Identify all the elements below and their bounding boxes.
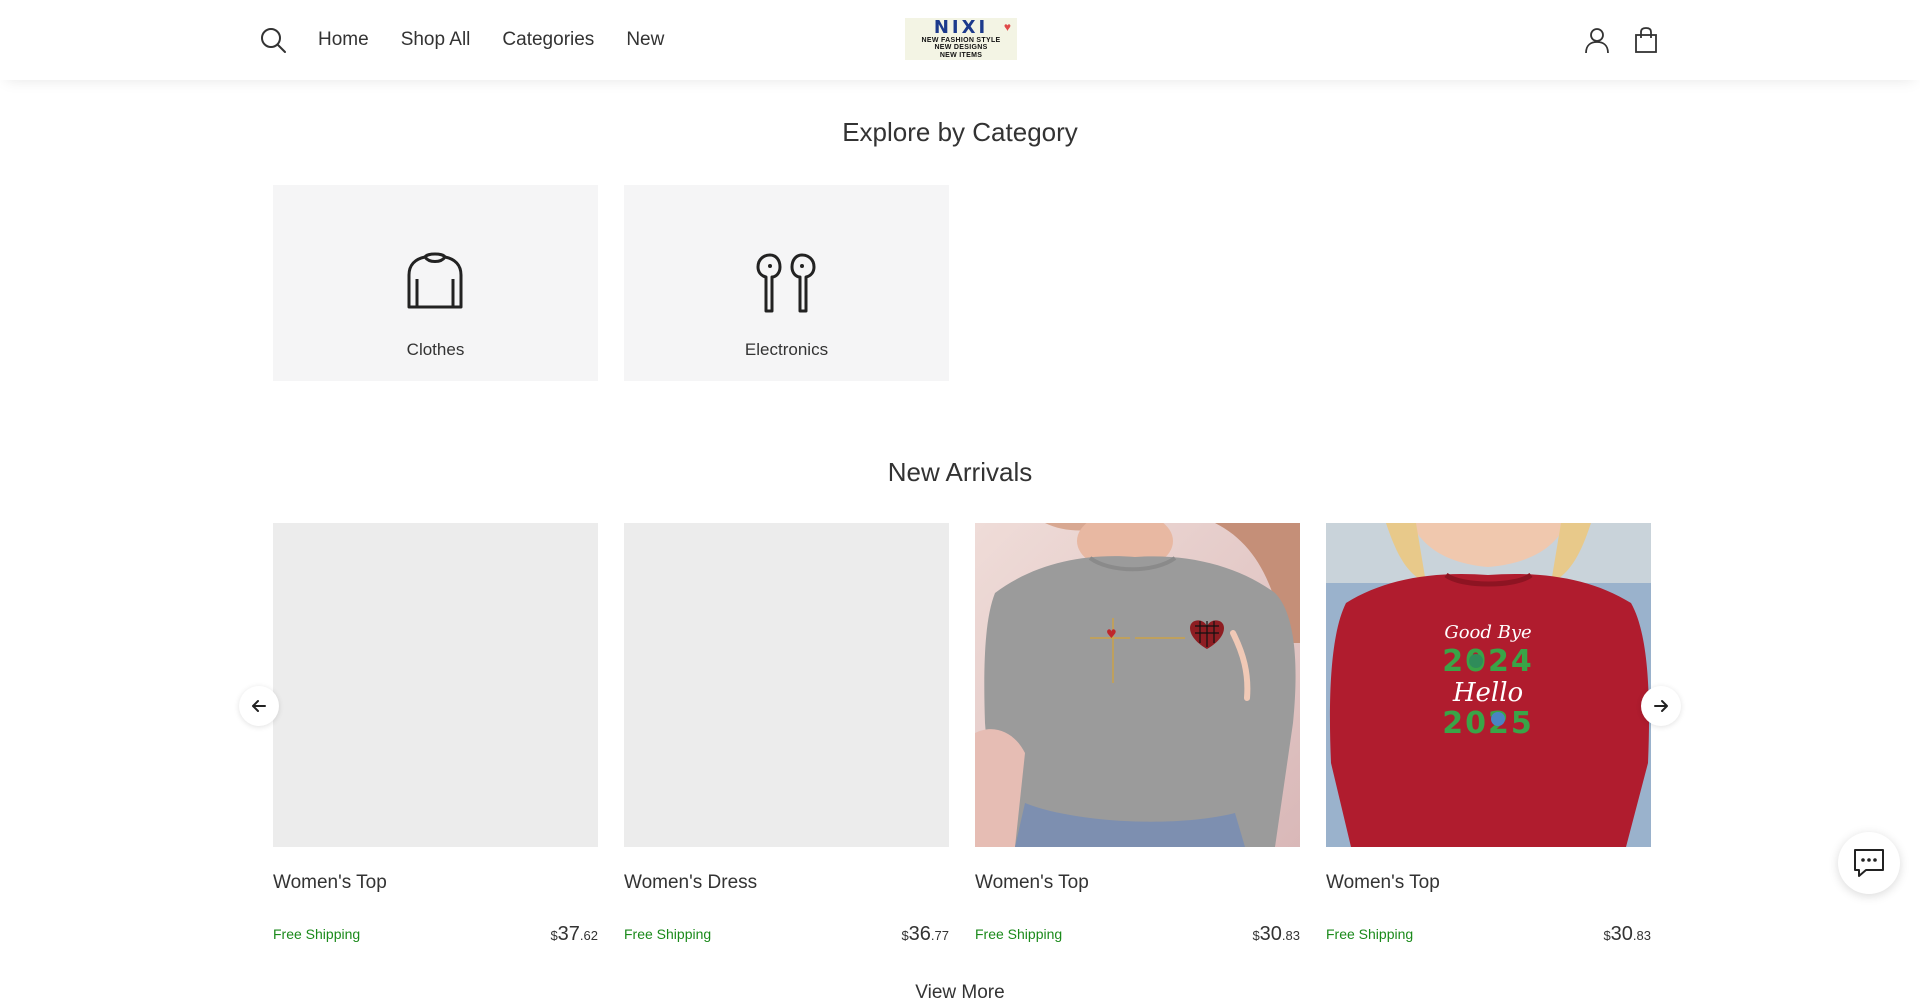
chat-button[interactable] xyxy=(1838,832,1900,894)
category-tile-clothes[interactable]: Clothes xyxy=(273,185,598,381)
chat-icon xyxy=(1854,849,1884,877)
logo-tagline-3: NEW ITEMS xyxy=(939,51,983,59)
price-currency: $ xyxy=(1252,928,1260,943)
site-header: Home Shop All Categories New NIXI ♥ NEW … xyxy=(0,0,1920,80)
product-card[interactable]: Women's Top Free Shipping $37.62 xyxy=(273,523,598,945)
free-shipping-label: Free Shipping xyxy=(1326,926,1414,942)
section-title-new-arrivals: New Arrivals xyxy=(887,457,1033,487)
grey-sweatshirt-photo: ♥ xyxy=(975,523,1300,847)
heart-icon: ♥ xyxy=(1106,627,1117,641)
price-cents: .83 xyxy=(1281,928,1300,943)
svg-text:2024: 2024 xyxy=(1442,644,1534,679)
product-image-grey-sweatshirt[interactable]: ♥ xyxy=(975,523,1300,847)
product-name[interactable]: Women's Top xyxy=(1326,872,1440,894)
main-nav: Home Shop All Categories New xyxy=(318,29,664,51)
product-price: $36.77 xyxy=(901,923,949,946)
product-price: $37.62 xyxy=(550,923,598,946)
product-card[interactable]: Good Bye 2024 Hello 2025 Women's Top Fre… xyxy=(1326,523,1651,945)
price-currency: $ xyxy=(901,928,909,943)
search-icon[interactable] xyxy=(259,26,287,54)
logo-brand: NIXI xyxy=(933,16,989,38)
svg-text:Hello: Hello xyxy=(1452,678,1523,708)
product-card[interactable]: ♥ Women's Top Free Shipping $30.83 xyxy=(975,523,1300,945)
section-title-categories: Explore by Category xyxy=(842,117,1078,147)
product-image-red-sweatshirt[interactable]: Good Bye 2024 Hello 2025 xyxy=(1326,523,1651,847)
logo-tagline-1: NEW FASHION STYLE xyxy=(921,36,1001,44)
carousel-prev-button[interactable] xyxy=(239,686,279,726)
free-shipping-label: Free Shipping xyxy=(975,926,1063,942)
product-price: $30.83 xyxy=(1252,923,1300,946)
free-shipping-label: Free Shipping xyxy=(273,926,361,942)
price-cents: .83 xyxy=(1632,928,1651,943)
price-currency: $ xyxy=(1603,928,1611,943)
sweater-icon xyxy=(407,252,463,309)
product-price: $30.83 xyxy=(1603,923,1651,946)
print-goodbye-text: Good Bye xyxy=(1444,622,1531,643)
product-name[interactable]: Women's Dress xyxy=(624,872,757,894)
cart-icon[interactable] xyxy=(1632,26,1660,54)
heart-icon: ♥ xyxy=(1003,20,1011,34)
nav-shop-all[interactable]: Shop All xyxy=(401,29,471,51)
free-shipping-label: Free Shipping xyxy=(624,926,712,942)
logo[interactable]: NIXI ♥ NEW FASHION STYLE NEW DESIGNS NEW… xyxy=(905,18,1017,60)
price-whole: 30 xyxy=(1610,923,1633,945)
category-tile-electronics[interactable]: Electronics xyxy=(624,185,949,381)
category-label: Clothes xyxy=(406,340,465,359)
price-currency: $ xyxy=(550,928,558,943)
nav-new[interactable]: New xyxy=(626,29,664,51)
arrow-right-icon xyxy=(1654,700,1668,712)
category-label: Electronics xyxy=(744,340,829,359)
product-card[interactable]: Women's Dress Free Shipping $36.77 xyxy=(624,523,949,945)
nav-home[interactable]: Home xyxy=(318,29,369,51)
price-whole: 30 xyxy=(1259,923,1282,945)
price-cents: .77 xyxy=(930,928,949,943)
price-whole: 36 xyxy=(908,923,931,945)
product-image-placeholder[interactable] xyxy=(624,523,949,847)
price-whole: 37 xyxy=(557,923,580,945)
carousel-next-button[interactable] xyxy=(1641,686,1681,726)
arrow-left-icon xyxy=(252,700,266,712)
logo-tagline-2: NEW DESIGNS xyxy=(934,44,988,52)
product-name[interactable]: Women's Top xyxy=(273,872,387,894)
svg-text:2025: 2025 xyxy=(1442,706,1534,741)
red-sweatshirt-photo: Good Bye 2024 Hello 2025 xyxy=(1326,523,1651,847)
price-cents: .62 xyxy=(579,928,598,943)
earbuds-icon xyxy=(756,253,816,313)
product-image-placeholder[interactable] xyxy=(273,523,598,847)
account-icon[interactable] xyxy=(1583,26,1611,54)
view-more-link[interactable]: View More xyxy=(0,982,1920,1004)
nav-categories[interactable]: Categories xyxy=(502,29,594,51)
product-name[interactable]: Women's Top xyxy=(975,872,1089,894)
